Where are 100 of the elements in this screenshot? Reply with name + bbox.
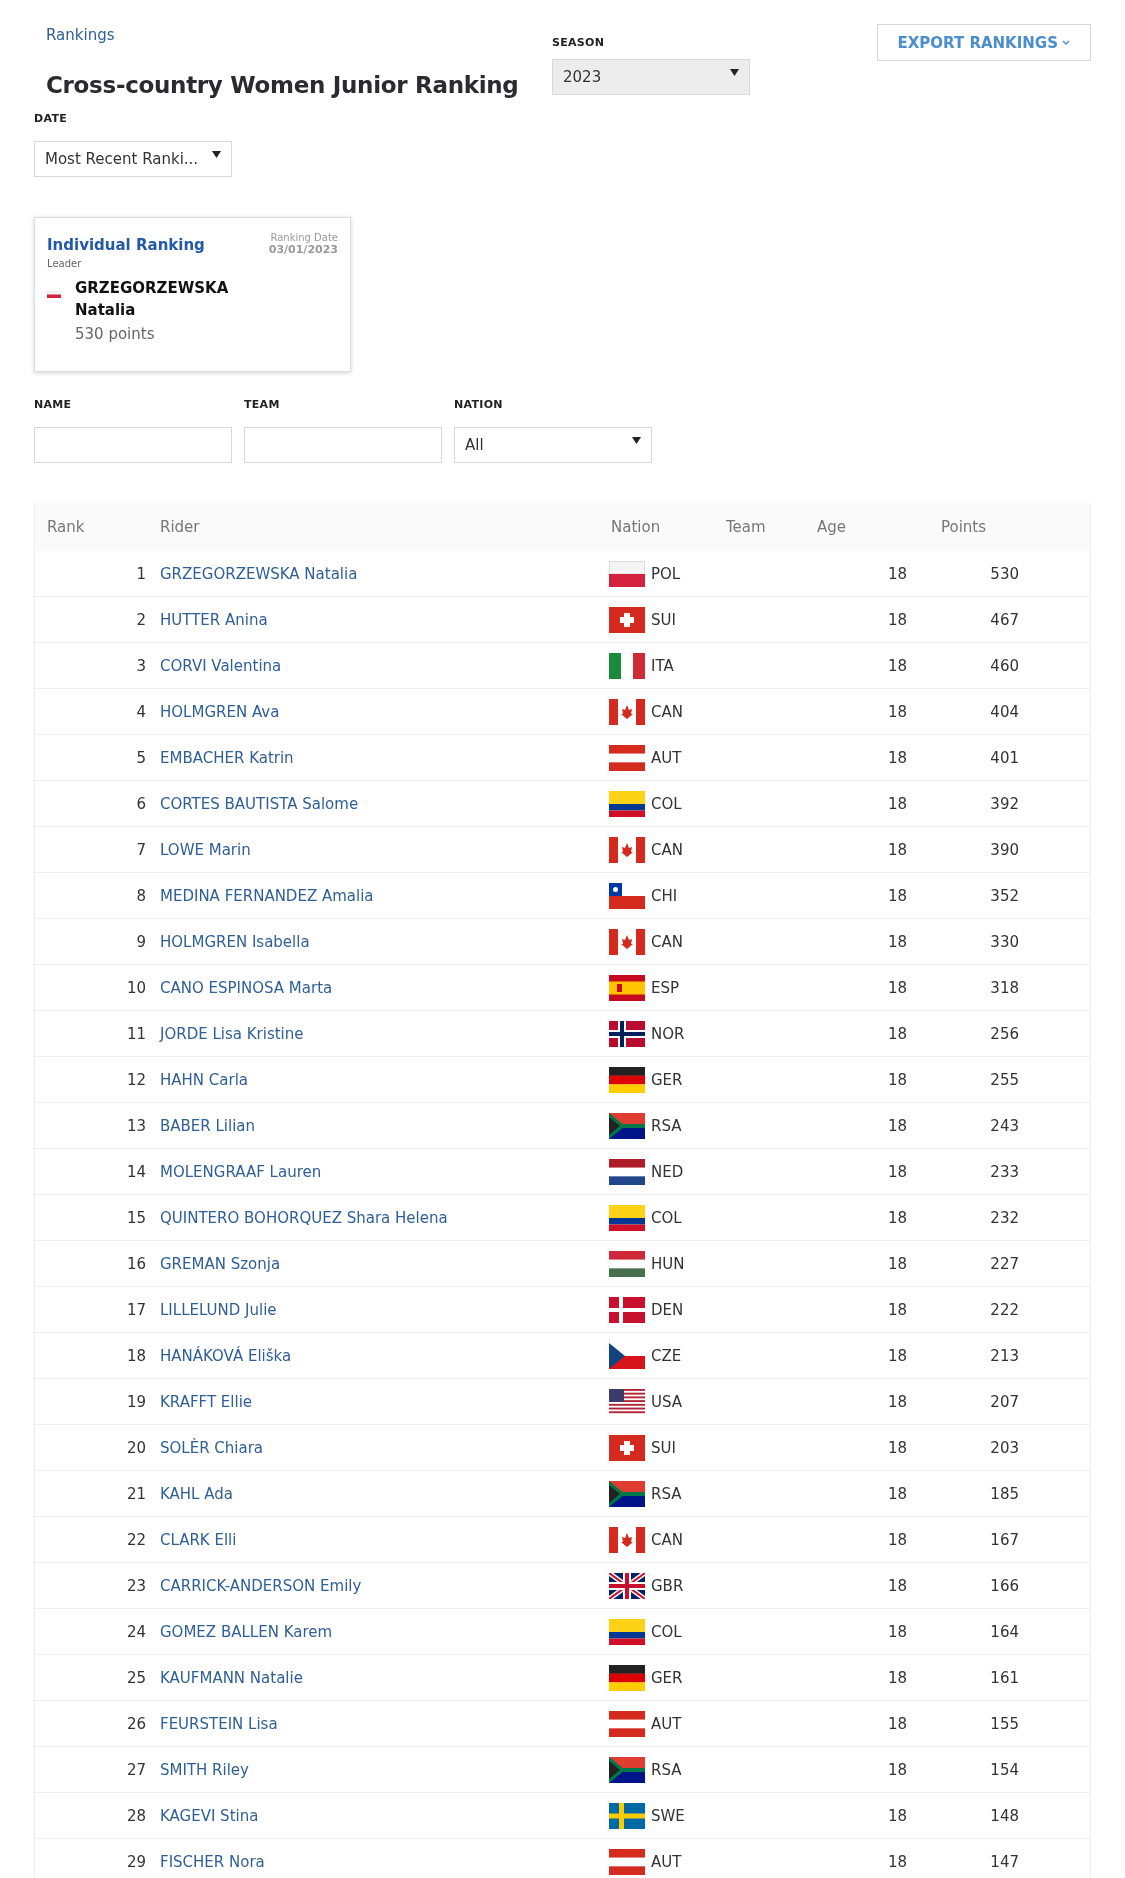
filter-label: NATION <box>454 398 504 411</box>
nation-cell: GER <box>651 1070 683 1089</box>
flag-icon <box>609 744 645 771</box>
rider-link[interactable]: JORDE Lisa Kristine <box>160 1024 304 1043</box>
rank-cell-text: 25 <box>125 1668 147 1687</box>
rider-link[interactable]: HUTTER Anina <box>160 610 268 629</box>
rider-link[interactable]: KAHL Ada <box>160 1484 233 1503</box>
age-cell-text: 18 <box>886 794 908 813</box>
rank-cell-text: 2 <box>135 610 147 629</box>
rider-link[interactable]: LOWE Marin <box>160 840 251 859</box>
points-cell-text: 390 <box>989 840 1020 859</box>
rank-cell-text: 4 <box>135 702 147 721</box>
rank-cell-text: 28 <box>125 1806 147 1825</box>
rider-link[interactable]: GOMEZ BALLEN Karem <box>160 1622 333 1641</box>
rider-link[interactable]: FISCHER Nora <box>160 1852 265 1871</box>
rider-link[interactable]: CANO ESPINOSA Marta <box>160 978 333 997</box>
points-cell-text: 185 <box>989 1484 1020 1503</box>
points-cell-text: 467 <box>989 610 1020 629</box>
rider-link[interactable]: CLARK Elli <box>160 1530 237 1549</box>
leader-points: 530 points <box>75 325 156 343</box>
rider-link[interactable]: BABER Lilian <box>160 1116 256 1135</box>
points-cell-text: 222 <box>989 1300 1020 1319</box>
flag-icon <box>609 1572 645 1599</box>
nation-cell: CAN <box>651 702 683 721</box>
ranking-date: 03/01/2023 <box>268 243 338 256</box>
nation-cell: COL <box>651 794 682 813</box>
rider-link[interactable]: HAHN Carla <box>160 1070 248 1089</box>
leader-surname: GRZEGORZEWSKA <box>75 278 229 299</box>
rider-link[interactable]: FEURSTEIN Lisa <box>160 1714 278 1733</box>
flag-icon <box>609 1480 645 1507</box>
rank-cell-text: 27 <box>125 1760 147 1779</box>
points-cell-text: 213 <box>989 1346 1020 1365</box>
input-field[interactable] <box>34 427 232 463</box>
breadcrumb-link[interactable]: Rankings <box>46 26 115 44</box>
nation-select[interactable]: All <box>454 427 652 463</box>
nation-cell: COL <box>651 1208 682 1227</box>
age-cell-text: 18 <box>886 702 908 721</box>
rider-link[interactable]: KAGEVI Stina <box>160 1806 259 1825</box>
filter-label: NAME <box>34 398 73 411</box>
flag-icon <box>609 928 645 955</box>
page-title: Cross-country Women Junior Ranking <box>46 72 520 98</box>
rider-link[interactable]: EMBACHER Katrin <box>160 748 294 767</box>
points-cell-text: 167 <box>989 1530 1020 1549</box>
column-header: Rider <box>159 518 201 536</box>
points-cell-text: 166 <box>989 1576 1020 1595</box>
age-cell-text: 18 <box>886 1300 908 1319</box>
rank-cell-text: 26 <box>125 1714 147 1733</box>
rider-link[interactable]: GRZEGORZEWSKA Natalia <box>160 564 358 583</box>
rider-link[interactable]: KRAFFT Ellie <box>160 1392 253 1411</box>
points-cell-text: 232 <box>989 1208 1020 1227</box>
leader-first-name: Natalia <box>75 300 137 321</box>
flag-icon <box>609 1296 645 1323</box>
rank-cell-text: 11 <box>125 1024 147 1043</box>
age-cell-text: 18 <box>886 564 908 583</box>
nation-cell: NED <box>651 1162 684 1181</box>
rider-link[interactable]: SOLÈR Chiara <box>160 1438 264 1457</box>
flag-icon <box>609 1020 645 1047</box>
season-select[interactable]: 2023 <box>552 59 750 95</box>
rider-link[interactable]: MOLENGRAAF Lauren <box>160 1162 322 1181</box>
rank-cell-text: 7 <box>135 840 147 859</box>
card-title: Individual Ranking <box>47 236 205 256</box>
rider-link[interactable]: GREMAN Szonja <box>160 1254 281 1273</box>
age-cell-text: 18 <box>886 1806 908 1825</box>
flag-icon <box>609 1112 645 1139</box>
rider-link[interactable]: CARRICK-ANDERSON Emily <box>160 1576 362 1595</box>
rider-link[interactable]: HOLMGREN Isabella <box>160 932 310 951</box>
points-cell-text: 155 <box>989 1714 1020 1733</box>
ranking-date-label: Ranking Date <box>270 232 338 243</box>
rank-cell-text: 5 <box>135 748 147 767</box>
age-cell-text: 18 <box>886 610 908 629</box>
nation-cell: RSA <box>651 1116 682 1135</box>
rider-link[interactable]: CORVI Valentina <box>160 656 282 675</box>
rider-link[interactable]: HANÁKOVÁ Eliška <box>160 1346 292 1365</box>
points-cell-text: 255 <box>989 1070 1020 1089</box>
age-cell-text: 18 <box>886 1070 908 1089</box>
age-cell-text: 18 <box>886 840 908 859</box>
age-cell-text: 18 <box>886 1484 908 1503</box>
rider-link[interactable]: LILLELUND Julie <box>160 1300 277 1319</box>
age-cell-text: 18 <box>886 1576 908 1595</box>
rider-link[interactable]: CORTES BAUTISTA Salome <box>160 794 359 813</box>
rider-link[interactable]: QUINTERO BOHORQUEZ Shara Helena <box>160 1208 448 1227</box>
column-header: Rank <box>46 518 86 536</box>
rider-link[interactable]: MEDINA FERNANDEZ Amalia <box>160 886 374 905</box>
rank-cell-text: 19 <box>125 1392 147 1411</box>
rider-link[interactable]: KAUFMANN Natalie <box>160 1668 303 1687</box>
date-select[interactable]: Most Recent Ranki... <box>34 141 232 177</box>
points-cell-text: 233 <box>989 1162 1020 1181</box>
points-cell-text: 530 <box>989 564 1020 583</box>
points-cell-text: 460 <box>989 656 1020 675</box>
flag-icon <box>609 882 645 909</box>
nation-cell: SWE <box>651 1806 685 1825</box>
rider-link[interactable]: HOLMGREN Ava <box>160 702 280 721</box>
export-button[interactable]: EXPORT RANKINGS <box>876 24 1091 61</box>
leader-label: Leader <box>47 258 83 269</box>
input-field[interactable] <box>244 427 442 463</box>
flag-icon <box>609 560 645 587</box>
rider-link[interactable]: SMITH Riley <box>160 1760 249 1779</box>
nation-cell: ITA <box>651 656 674 675</box>
flag-icon <box>609 1526 645 1553</box>
flag-icon <box>609 790 645 817</box>
